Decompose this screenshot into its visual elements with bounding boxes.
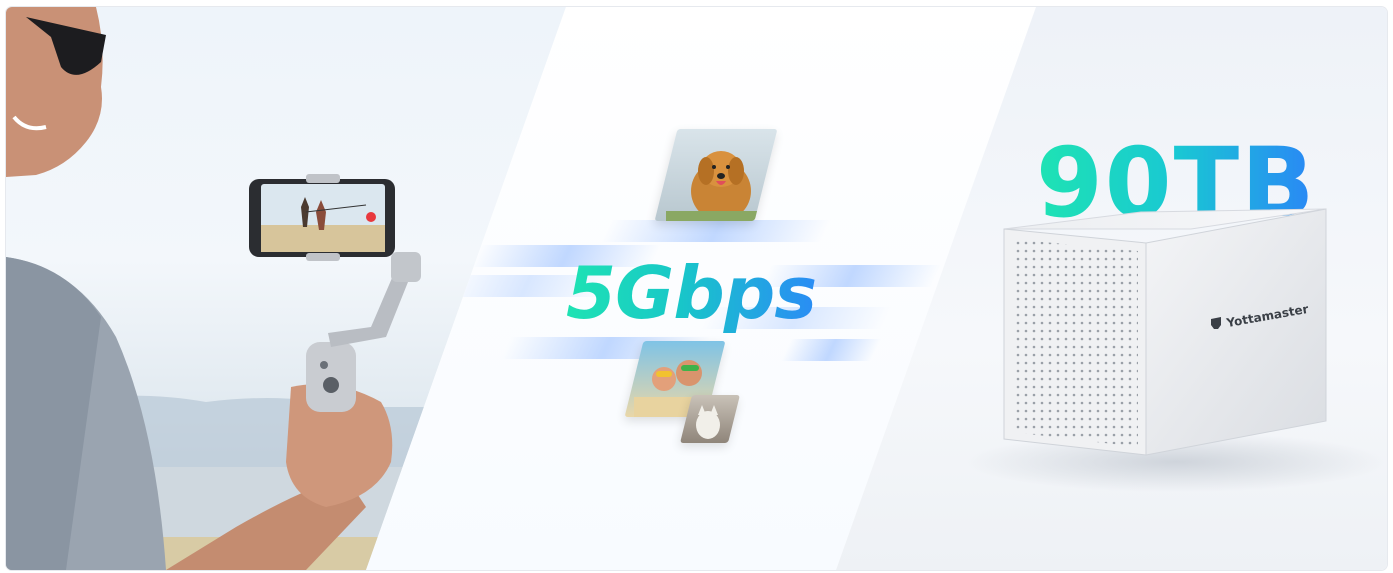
cat-photo <box>680 395 740 443</box>
speed-headline: 5Gbps <box>566 251 817 335</box>
dog-photo <box>654 129 778 221</box>
product-banner: 5Gbps 90TB Yottamaster <box>6 7 1387 570</box>
